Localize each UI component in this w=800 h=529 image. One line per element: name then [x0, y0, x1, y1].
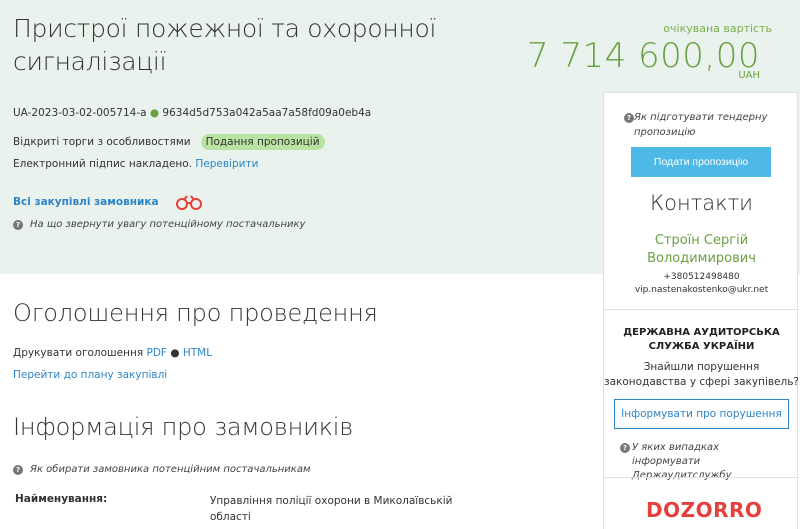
choose-customer-note[interactable]: ? Як обирати замовника потенційним поста… — [13, 464, 311, 475]
contact-phone: +380512498480 — [663, 272, 740, 282]
customers-heading: Інформація про замовників — [13, 413, 354, 441]
sidebar-divider — [604, 477, 799, 478]
customer-name-value: Управління поліції охорони в Миколаївськ… — [210, 495, 453, 523]
contact-name: Строїн Сергій Володимирович — [647, 233, 756, 266]
attention-note[interactable]: ? На що звернути увагу потенційному пост… — [13, 219, 305, 230]
question-icon: ? — [13, 464, 23, 475]
audit-note-text: У яких випадках інформувати Держаудитслу… — [632, 442, 732, 481]
signature-check-link[interactable]: Перевірити — [195, 158, 258, 170]
contacts-heading: Контакти — [650, 191, 753, 215]
procurement-plan-link[interactable]: Перейти до плану закупівлі — [13, 369, 167, 381]
signature-text: Електронний підпис накладено. — [13, 158, 193, 170]
report-violation-button[interactable]: Інформувати про порушення — [614, 399, 789, 429]
signature-row: Електронний підпис накладено. Перевірити — [13, 158, 258, 170]
audit-service-heading: ДЕРЖАВНА АУДИТОРСЬКА СЛУЖБА УКРАЇНИ — [623, 327, 780, 352]
page-title: Пристрої пожежної та охоронної сигналіза… — [13, 14, 437, 76]
separator-dot-icon: ● — [149, 107, 160, 119]
question-icon: ? — [13, 219, 23, 230]
separator-dot-icon: ● — [170, 347, 180, 359]
dozorro-logo[interactable]: DOZORRO — [646, 498, 762, 522]
prepare-proposal-note[interactable]: ? Як підготувати тендерну пропозицію — [624, 110, 774, 140]
question-icon: ? — [620, 443, 630, 453]
procedure-type: Відкриті торги з особливостями — [13, 136, 191, 148]
print-html-link[interactable]: HTML — [183, 347, 212, 359]
procedure-row: Відкриті торги з особливостями Подання п… — [13, 134, 325, 150]
sidebar-divider — [604, 309, 799, 310]
question-icon: ? — [624, 113, 634, 123]
sidebar: ? Як підготувати тендерну пропозицію Под… — [603, 92, 799, 529]
print-pdf-link[interactable]: PDF — [147, 347, 167, 359]
tender-id: UA-2023-03-02-005714-a ● 9634d5d753a042a… — [13, 107, 371, 119]
contact-email: vip.nastenakostenko@ukr.net — [634, 285, 769, 295]
expected-cost-value: 7 714 600,00 — [526, 36, 760, 76]
expected-cost-label: очікувана вартість — [663, 22, 772, 35]
audit-question: Знайшли порушення законодавства у сфері … — [604, 361, 799, 388]
print-row: Друкувати оголошення PDF ● HTML — [13, 347, 212, 359]
prepare-proposal-note-text: Як підготувати тендерну пропозицію — [634, 112, 768, 138]
attention-note-text: На що звернути увагу потенційному постач… — [30, 219, 306, 230]
all-purchases-row: Всі закупівлі замовника — [13, 194, 203, 210]
binoculars-icon[interactable] — [175, 194, 203, 210]
submit-proposal-button[interactable]: Подати пропозицію — [631, 147, 771, 177]
customer-name-label: Найменування: — [15, 493, 108, 505]
choose-customer-note-text: Як обирати замовника потенційним постача… — [30, 464, 311, 475]
print-label: Друкувати оголошення — [13, 347, 144, 359]
tender-hash: 9634d5d753a042a5aa7a58fd09a0eb4a — [162, 107, 372, 119]
status-badge: Подання пропозицій — [200, 134, 325, 150]
tender-id-value: UA-2023-03-02-005714-a — [13, 107, 147, 119]
all-purchases-link[interactable]: Всі закупівлі замовника — [13, 196, 159, 208]
currency-label: UAH — [738, 70, 760, 81]
announcement-heading: Оголошення про проведення — [13, 299, 378, 327]
